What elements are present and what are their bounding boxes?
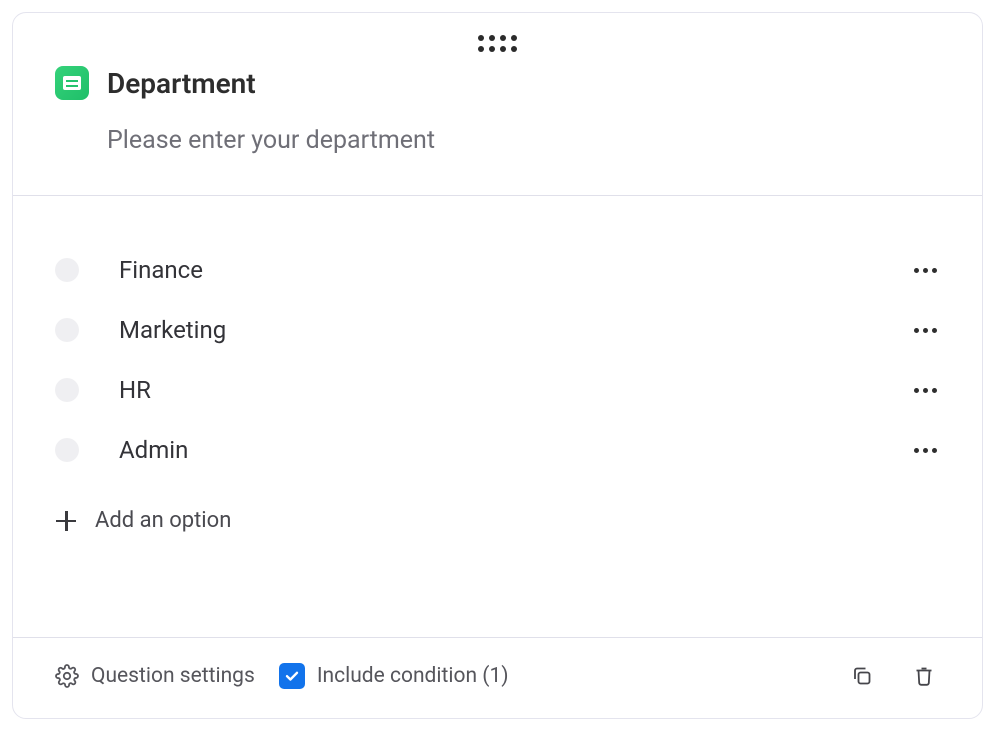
question-header: Department Please enter your department bbox=[13, 60, 982, 195]
option-more-button[interactable] bbox=[910, 268, 940, 273]
options-list: Finance Marketing HR Admin bbox=[13, 196, 982, 637]
add-option-button[interactable]: Add an option bbox=[55, 480, 940, 543]
grip-icon bbox=[478, 35, 517, 52]
drag-handle[interactable] bbox=[13, 13, 982, 60]
option-label[interactable]: Marketing bbox=[119, 316, 870, 344]
option-more-button[interactable] bbox=[910, 388, 940, 393]
question-type-icon bbox=[55, 66, 89, 100]
option-more-button[interactable] bbox=[910, 448, 940, 453]
question-card: Department Please enter your department … bbox=[12, 12, 983, 719]
option-label[interactable]: Finance bbox=[119, 256, 870, 284]
copy-icon bbox=[850, 664, 874, 688]
radio-icon bbox=[55, 318, 79, 342]
include-condition-label: Include condition (1) bbox=[317, 664, 509, 688]
option-label[interactable]: HR bbox=[119, 376, 870, 404]
option-row[interactable]: Admin bbox=[55, 420, 940, 480]
include-condition-toggle[interactable]: Include condition (1) bbox=[279, 663, 509, 689]
add-option-label: Add an option bbox=[95, 508, 231, 533]
delete-button[interactable] bbox=[908, 660, 940, 692]
radio-icon bbox=[55, 258, 79, 282]
radio-icon bbox=[55, 438, 79, 462]
option-row[interactable]: Finance bbox=[55, 240, 940, 300]
question-settings-button[interactable]: Question settings bbox=[55, 664, 255, 688]
radio-icon bbox=[55, 378, 79, 402]
option-label[interactable]: Admin bbox=[119, 436, 870, 464]
question-footer: Question settings Include condition (1) bbox=[13, 638, 982, 718]
plus-icon bbox=[55, 510, 77, 532]
gear-icon bbox=[55, 664, 79, 688]
duplicate-button[interactable] bbox=[846, 660, 878, 692]
checkbox-checked-icon bbox=[279, 663, 305, 689]
option-row[interactable]: HR bbox=[55, 360, 940, 420]
option-more-button[interactable] bbox=[910, 328, 940, 333]
question-description[interactable]: Please enter your department bbox=[107, 126, 940, 155]
question-title[interactable]: Department bbox=[107, 67, 256, 100]
question-settings-label: Question settings bbox=[91, 664, 255, 688]
trash-icon bbox=[912, 664, 936, 688]
option-row[interactable]: Marketing bbox=[55, 300, 940, 360]
